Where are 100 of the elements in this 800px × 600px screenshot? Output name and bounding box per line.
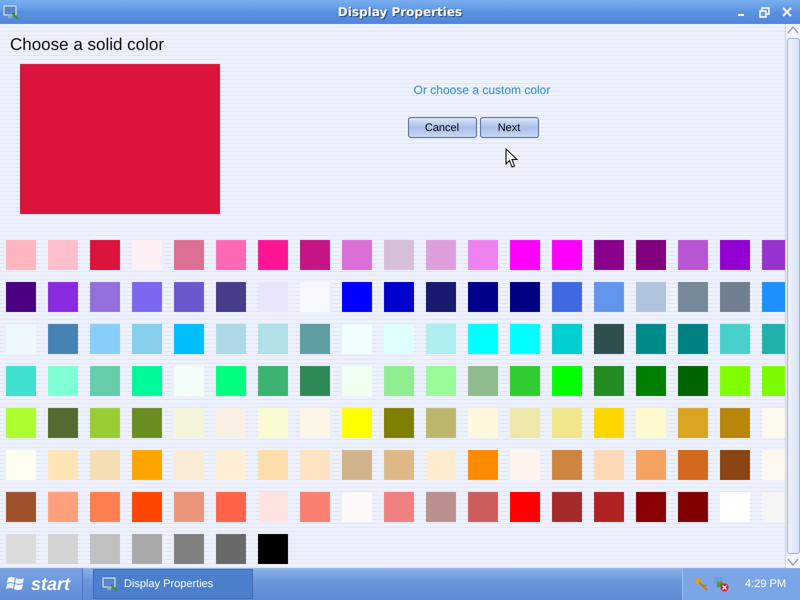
color-swatch[interactable] — [426, 408, 456, 438]
color-swatch[interactable] — [384, 450, 414, 480]
color-swatch[interactable] — [132, 282, 162, 312]
color-swatch[interactable] — [174, 282, 204, 312]
color-swatch[interactable] — [510, 366, 540, 396]
color-swatch[interactable] — [216, 492, 246, 522]
cancel-button[interactable]: Cancel — [408, 117, 476, 138]
color-swatch[interactable] — [6, 366, 36, 396]
color-swatch[interactable] — [552, 324, 582, 354]
color-swatch[interactable] — [258, 492, 288, 522]
color-swatch[interactable] — [720, 408, 750, 438]
color-swatch[interactable] — [174, 366, 204, 396]
color-swatch[interactable] — [90, 282, 120, 312]
color-swatch[interactable] — [678, 366, 708, 396]
color-swatch[interactable] — [258, 534, 288, 564]
color-swatch[interactable] — [300, 324, 330, 354]
color-swatch[interactable] — [342, 240, 372, 270]
color-swatch[interactable] — [510, 450, 540, 480]
color-swatch[interactable] — [90, 534, 120, 564]
color-swatch[interactable] — [426, 324, 456, 354]
color-swatch[interactable] — [132, 534, 162, 564]
color-swatch[interactable] — [678, 324, 708, 354]
color-swatch[interactable] — [132, 240, 162, 270]
color-swatch[interactable] — [48, 282, 78, 312]
color-swatch[interactable] — [594, 408, 624, 438]
color-swatch[interactable] — [678, 408, 708, 438]
color-swatch[interactable] — [258, 240, 288, 270]
color-swatch[interactable] — [510, 240, 540, 270]
color-swatch[interactable] — [48, 534, 78, 564]
color-swatch[interactable] — [636, 324, 666, 354]
custom-color-link[interactable]: Or choose a custom color — [414, 83, 550, 97]
color-swatch[interactable] — [300, 366, 330, 396]
start-button[interactable]: start — [0, 568, 84, 600]
color-swatch[interactable] — [258, 408, 288, 438]
color-swatch[interactable] — [468, 324, 498, 354]
color-swatch[interactable] — [720, 450, 750, 480]
color-swatch[interactable] — [720, 240, 750, 270]
color-swatch[interactable] — [510, 408, 540, 438]
color-swatch[interactable] — [594, 366, 624, 396]
color-swatch[interactable] — [468, 240, 498, 270]
color-swatch[interactable] — [6, 408, 36, 438]
color-swatch[interactable] — [510, 492, 540, 522]
color-swatch[interactable] — [762, 282, 785, 312]
taskbar-button[interactable]: Display Properties — [93, 569, 254, 599]
restore-icon[interactable] — [759, 6, 770, 18]
color-swatch[interactable] — [468, 282, 498, 312]
color-swatch[interactable] — [720, 492, 750, 522]
color-swatch[interactable] — [174, 534, 204, 564]
color-swatch[interactable] — [216, 366, 246, 396]
color-swatch[interactable] — [216, 534, 246, 564]
color-swatch[interactable] — [342, 492, 372, 522]
color-swatch[interactable] — [552, 408, 582, 438]
color-swatch[interactable] — [468, 366, 498, 396]
network-error-icon[interactable] — [713, 576, 730, 592]
color-swatch[interactable] — [594, 324, 624, 354]
color-swatch[interactable] — [636, 492, 666, 522]
color-swatch[interactable] — [48, 366, 78, 396]
color-swatch[interactable] — [594, 282, 624, 312]
color-swatch[interactable] — [762, 408, 785, 438]
color-swatch[interactable] — [6, 240, 36, 270]
color-swatch[interactable] — [720, 282, 750, 312]
color-swatch[interactable] — [636, 282, 666, 312]
color-swatch[interactable] — [300, 240, 330, 270]
color-swatch[interactable] — [552, 282, 582, 312]
color-swatch[interactable] — [762, 492, 785, 522]
color-swatch[interactable] — [6, 534, 36, 564]
color-swatch[interactable] — [90, 492, 120, 522]
color-swatch[interactable] — [216, 408, 246, 438]
color-swatch[interactable] — [174, 492, 204, 522]
color-swatch[interactable] — [216, 282, 246, 312]
color-swatch[interactable] — [90, 408, 120, 438]
scroll-down-icon[interactable] — [786, 556, 800, 568]
color-swatch[interactable] — [510, 282, 540, 312]
color-swatch[interactable] — [636, 450, 666, 480]
color-swatch[interactable] — [594, 240, 624, 270]
color-swatch[interactable] — [48, 324, 78, 354]
color-swatch[interactable] — [426, 450, 456, 480]
color-swatch[interactable] — [132, 366, 162, 396]
color-swatch[interactable] — [216, 450, 246, 480]
scrollbar[interactable] — [785, 24, 800, 568]
color-swatch[interactable] — [342, 282, 372, 312]
color-swatch[interactable] — [678, 282, 708, 312]
color-swatch[interactable] — [762, 240, 785, 270]
color-swatch[interactable] — [384, 492, 414, 522]
color-swatch[interactable] — [636, 366, 666, 396]
color-swatch[interactable] — [384, 240, 414, 270]
color-swatch[interactable] — [132, 492, 162, 522]
color-swatch[interactable] — [6, 282, 36, 312]
color-swatch[interactable] — [636, 240, 666, 270]
color-swatch[interactable] — [720, 324, 750, 354]
color-swatch[interactable] — [342, 408, 372, 438]
color-swatch[interactable] — [48, 408, 78, 438]
color-swatch[interactable] — [426, 240, 456, 270]
color-swatch[interactable] — [48, 492, 78, 522]
color-swatch[interactable] — [132, 408, 162, 438]
color-swatch[interactable] — [720, 366, 750, 396]
color-swatch[interactable] — [762, 450, 785, 480]
color-swatch[interactable] — [468, 492, 498, 522]
color-swatch[interactable] — [90, 240, 120, 270]
color-swatch[interactable] — [678, 450, 708, 480]
